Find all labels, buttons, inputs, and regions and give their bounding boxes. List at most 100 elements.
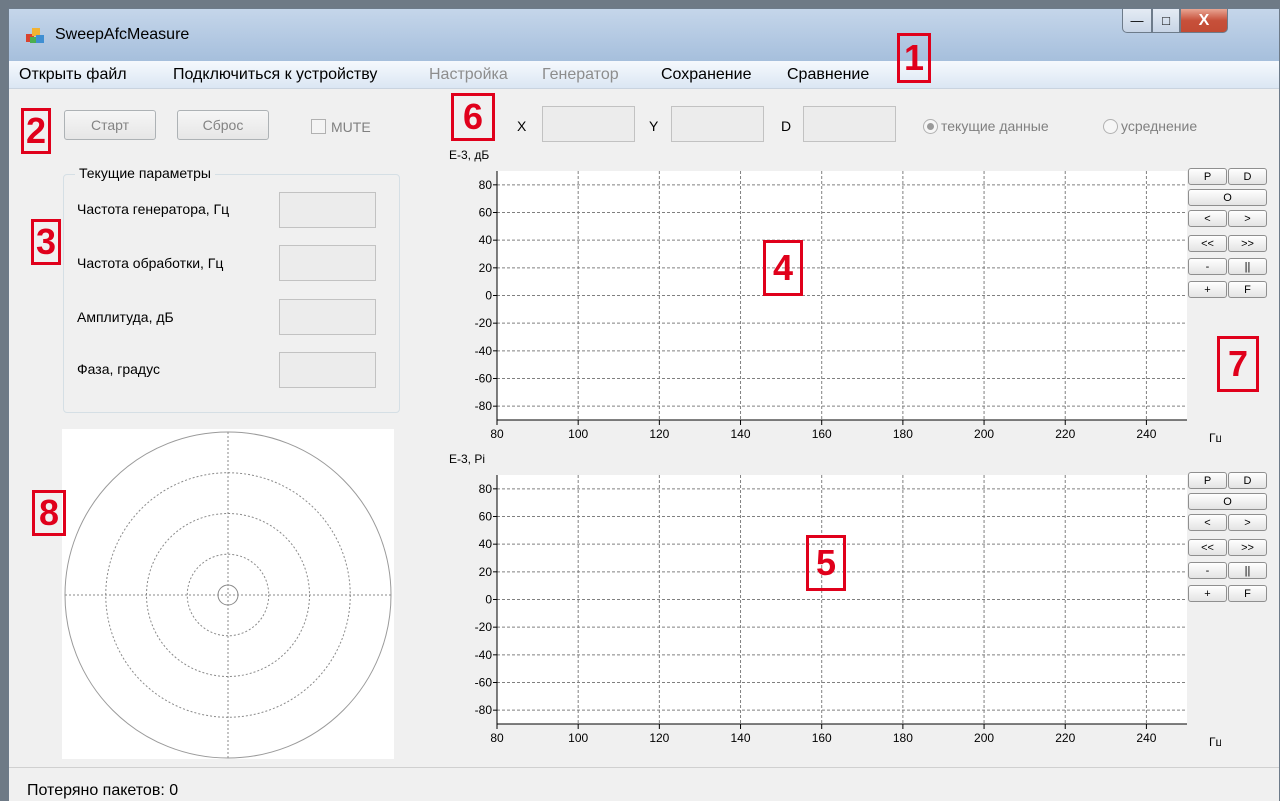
menu-bar: Открыть файл Подключиться к устройству Н… [9, 61, 1279, 89]
chart1-xtick-label-160: 160 [812, 731, 832, 745]
chart0-p-button[interactable]: P [1188, 168, 1227, 185]
chart1-minus-button[interactable]: - [1188, 562, 1227, 579]
close-icon: X [1198, 11, 1210, 29]
chart1-xtick-label-220: 220 [1055, 731, 1075, 745]
chart1-ytick-label-20: 20 [479, 565, 493, 579]
chart0-xtick-label-240: 240 [1136, 427, 1156, 441]
menu-settings[interactable]: Настройка [429, 66, 508, 84]
start-button[interactable]: Старт [64, 110, 156, 140]
chart0-xtick-label-120: 120 [649, 427, 669, 441]
chart1-right-button[interactable]: > [1228, 514, 1267, 531]
gen-freq-label: Частота генератора, Гц [77, 201, 230, 217]
amplitude-field[interactable] [279, 299, 376, 335]
y-label: Y [649, 118, 659, 134]
annotation-6: 6 [451, 93, 495, 141]
radio-average[interactable] [1103, 119, 1118, 134]
chart0-o-button[interactable]: O [1188, 189, 1267, 206]
chart1-xtick-label-120: 120 [649, 731, 669, 745]
maximize-button[interactable]: □ [1152, 9, 1180, 33]
chart0-ylabel: E-3, дБ [449, 148, 489, 162]
menu-generator[interactable]: Генератор [542, 66, 619, 84]
gen-freq-field[interactable] [279, 192, 376, 228]
chart1-f-button[interactable]: F [1228, 585, 1267, 602]
radio-selected-dot [927, 123, 934, 130]
chart1-fast-left-button[interactable]: << [1188, 539, 1227, 556]
minimize-button[interactable]: — [1122, 9, 1152, 33]
menu-compare[interactable]: Сравнение [787, 66, 869, 84]
radio-average-label: усреднение [1121, 118, 1198, 134]
chart1-ytick-label--20: -20 [475, 620, 493, 634]
chart0-xtick-label-140: 140 [731, 427, 751, 441]
annotation-5: 5 [806, 535, 846, 591]
chart1-d-button[interactable]: D [1228, 472, 1267, 489]
chart0-right-button[interactable]: > [1228, 210, 1267, 227]
chart1-ytick-label-60: 60 [479, 510, 493, 524]
amplitude-label: Амплитуда, дБ [77, 309, 174, 325]
chart1-xtick-label-140: 140 [731, 731, 751, 745]
x-label: X [517, 118, 527, 134]
chart0-xtick-label-200: 200 [974, 427, 994, 441]
window-title: SweepAfcMeasure [55, 26, 190, 43]
chart1-plus-button[interactable]: + [1188, 585, 1227, 602]
chart1-ytick-label--80: -80 [475, 703, 493, 717]
chart0-xtick-label-100: 100 [568, 427, 588, 441]
chart0-fast-left-button[interactable]: << [1188, 235, 1227, 252]
chart0-xtick-label-220: 220 [1055, 427, 1075, 441]
annotation-7: 7 [1217, 336, 1259, 392]
phase-label: Фаза, градус [77, 361, 160, 377]
chart0-plus-button[interactable]: + [1188, 281, 1227, 298]
chart0-ytick-label-20: 20 [479, 261, 493, 275]
polar-plot[interactable] [62, 429, 394, 759]
chart0-d-button[interactable]: D [1228, 168, 1267, 185]
chart0-minus-button[interactable]: - [1188, 258, 1227, 275]
y-value-field[interactable] [671, 106, 764, 142]
title-bar[interactable]: SweepAfcMeasure — □ X [9, 9, 1279, 61]
d-value-field[interactable] [803, 106, 896, 142]
chart0-ytick-label--40: -40 [475, 344, 493, 358]
proc-freq-field[interactable] [279, 245, 376, 281]
chart1-ytick-label-80: 80 [479, 482, 493, 496]
chart0-xtick-label-80: 80 [490, 427, 504, 441]
chart0-f-button[interactable]: F [1228, 281, 1267, 298]
chart1-xtick-label-180: 180 [893, 731, 913, 745]
menu-open-file[interactable]: Открыть файл [19, 66, 127, 84]
chart1-p-button[interactable]: P [1188, 472, 1227, 489]
chart1-xtick-label-240: 240 [1136, 731, 1156, 745]
radio-current-data[interactable] [923, 119, 938, 134]
chart1-pause-button[interactable]: || [1228, 562, 1267, 579]
chart1-ytick-label--40: -40 [475, 648, 493, 662]
chart0-left-button[interactable]: < [1188, 210, 1227, 227]
chart1-xlabel: Гц [1209, 735, 1221, 749]
maximize-icon: □ [1162, 13, 1170, 28]
chart1-fast-right-button[interactable]: >> [1228, 539, 1267, 556]
chart0-fast-right-button[interactable]: >> [1228, 235, 1267, 252]
annotation-4: 4 [763, 240, 803, 296]
chart0-ytick-label--60: -60 [475, 372, 493, 386]
menu-connect-device[interactable]: Подключиться к устройству [173, 66, 377, 84]
mute-checkbox[interactable] [311, 119, 326, 134]
phase-field[interactable] [279, 352, 376, 388]
chart1-left-button[interactable]: < [1188, 514, 1227, 531]
d-label: D [781, 118, 792, 134]
annotation-2: 2 [21, 108, 51, 154]
radio-current-label: текущие данные [941, 118, 1049, 134]
chart1-xtick-label-200: 200 [974, 731, 994, 745]
app-window: SweepAfcMeasure — □ X Открыть файл Подкл… [8, 8, 1280, 801]
chart0-ytick-label-0: 0 [485, 289, 492, 303]
chart1-xtick-label-100: 100 [568, 731, 588, 745]
reset-button[interactable]: Сброс [177, 110, 269, 140]
phase-chart[interactable]: 80 100 120 140 160 180 200 220 240806040200-20-4… [431, 443, 1221, 753]
proc-freq-label: Частота обработки, Гц [77, 255, 224, 271]
chart1-xtick-label-80: 80 [490, 731, 504, 745]
close-button[interactable]: X [1180, 9, 1228, 33]
app-icon [26, 28, 44, 43]
chart0-pause-button[interactable]: || [1228, 258, 1267, 275]
chart0-ytick-label-80: 80 [479, 178, 493, 192]
chart1-ytick-label--60: -60 [475, 676, 493, 690]
chart0-ytick-label--80: -80 [475, 399, 493, 413]
chart0-ytick-label--20: -20 [475, 316, 493, 330]
amplitude-chart[interactable]: 80 100 120 140 160 180 200 220 240806040200-20-4… [431, 139, 1221, 449]
menu-save[interactable]: Сохранение [661, 66, 751, 84]
chart1-o-button[interactable]: O [1188, 493, 1267, 510]
x-value-field[interactable] [542, 106, 635, 142]
